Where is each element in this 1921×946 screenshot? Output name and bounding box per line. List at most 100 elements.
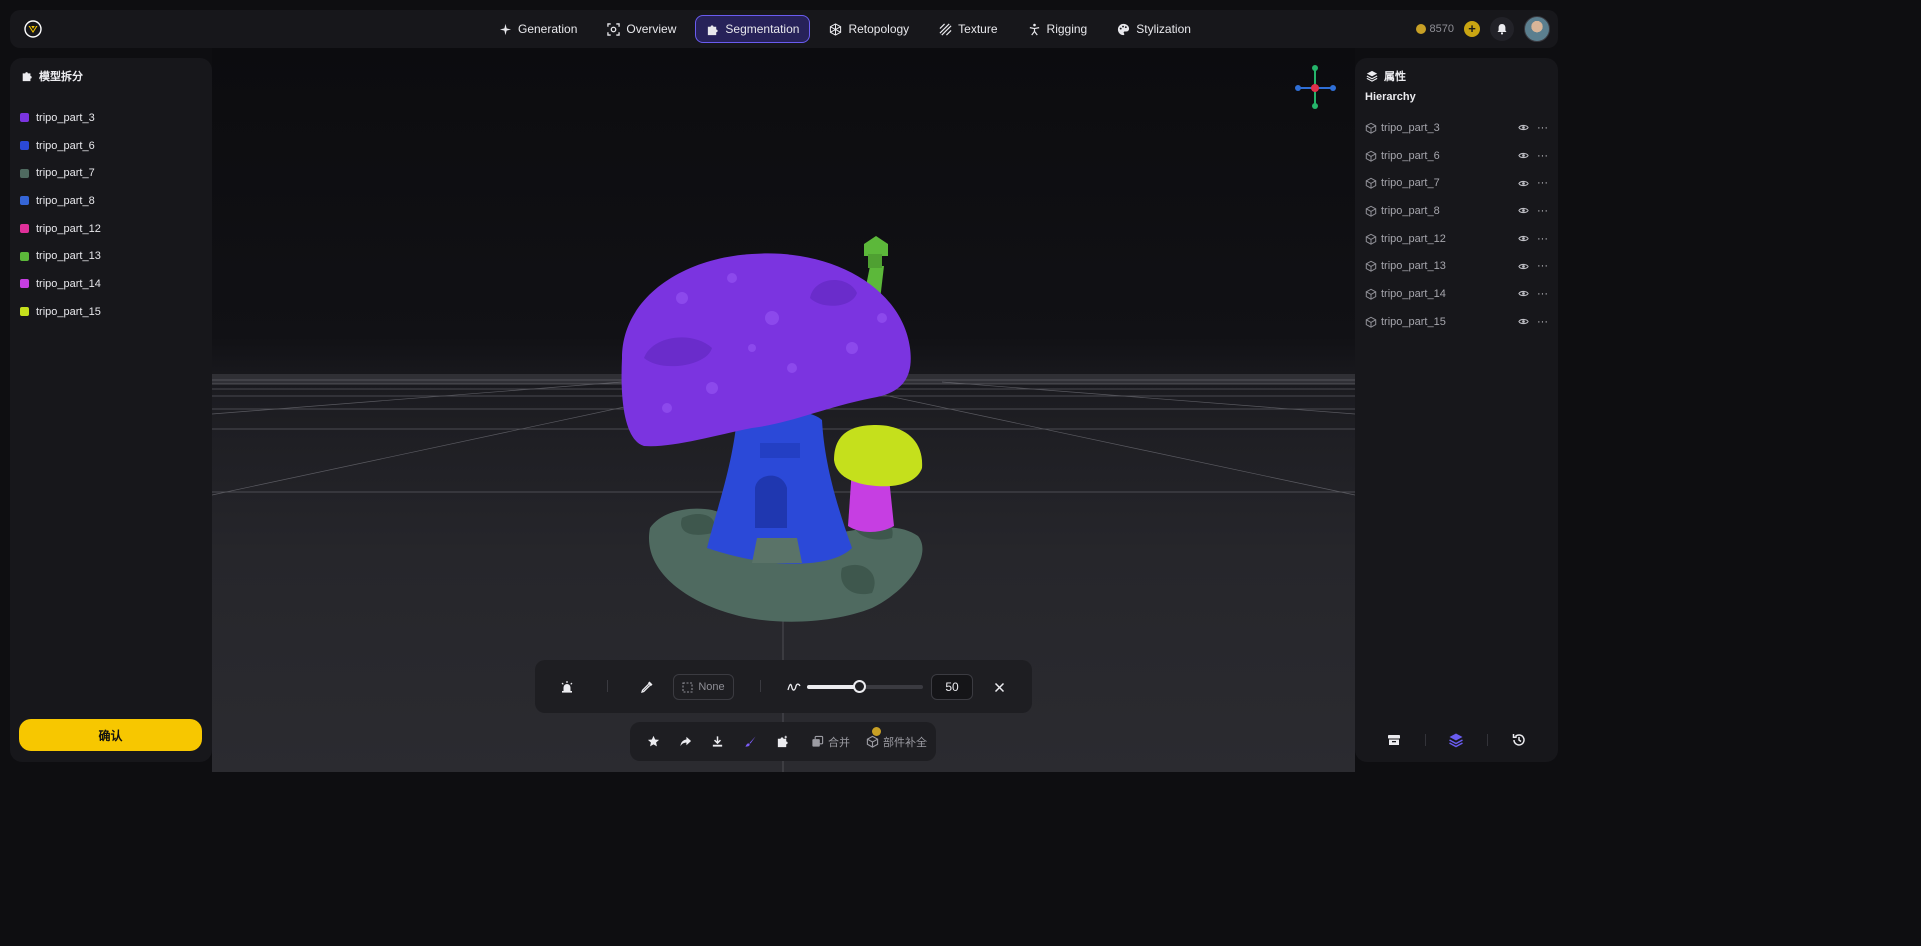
close-brush-bar-button[interactable] (989, 674, 1009, 700)
part-label: tripo_part_15 (36, 305, 101, 318)
credits-display: 8570 (1415, 23, 1454, 35)
hierarchy-item[interactable]: tripo_part_6 ··· (1365, 142, 1553, 170)
eye-icon[interactable] (1518, 122, 1529, 133)
logo-icon (24, 20, 42, 38)
eye-icon[interactable] (1518, 233, 1529, 244)
favorite-button[interactable] (647, 722, 660, 761)
credits-value: 8570 (1429, 23, 1454, 35)
more-options-icon[interactable]: ··· (1537, 150, 1549, 161)
hierarchy-item-label: tripo_part_15 (1381, 315, 1446, 328)
hierarchy-item-label: tripo_part_6 (1381, 149, 1440, 162)
brush-size-input[interactable]: 50 (931, 674, 973, 700)
tab-texture[interactable]: Texture (928, 15, 1008, 43)
main-nav: Generation Overview Segmentation Retopol… (488, 15, 1202, 43)
axis-gizmo[interactable] (1295, 65, 1336, 109)
hierarchy-item[interactable]: tripo_part_8 ··· (1365, 197, 1553, 225)
part-list-item[interactable]: tripo_part_12 (20, 215, 202, 243)
eye-icon[interactable] (1518, 261, 1529, 272)
puzzle-icon (708, 24, 718, 35)
marquee-select-icon (682, 681, 693, 693)
right-panel-footer (1355, 718, 1558, 762)
top-right-controls: 8570 + (1415, 15, 1550, 43)
tab-overview[interactable]: Overview (596, 15, 687, 43)
cube-icon (1365, 233, 1377, 245)
part-list-item[interactable]: tripo_part_7 (20, 159, 202, 187)
tab-stylization[interactable]: Stylization (1106, 15, 1202, 43)
cube-icon (866, 735, 879, 748)
notifications-button[interactable] (1490, 17, 1514, 41)
tab-label: Generation (518, 22, 578, 36)
scan-icon (607, 22, 621, 36)
part-label: tripo_part_13 (36, 250, 101, 263)
merge-label: 合并 (828, 736, 850, 749)
hierarchy-item[interactable]: tripo_part_7 ··· (1365, 169, 1553, 197)
eye-icon[interactable] (1518, 205, 1529, 216)
hierarchy-item[interactable]: tripo_part_15 ··· (1365, 308, 1553, 336)
more-options-icon[interactable]: ··· (1537, 205, 1549, 216)
brush-size-slider[interactable] (807, 680, 923, 693)
cube-with-badge (866, 727, 881, 748)
hierarchy-item[interactable]: tripo_part_12 ··· (1365, 225, 1553, 253)
tab-label: Retopology (848, 22, 910, 36)
add-credits-button[interactable]: + (1464, 21, 1480, 37)
download-button[interactable] (711, 722, 724, 761)
history-icon[interactable] (1511, 732, 1527, 748)
tab-segmentation[interactable]: Segmentation (695, 15, 811, 43)
tab-generation[interactable]: Generation (488, 15, 588, 43)
more-options-icon[interactable]: ··· (1537, 288, 1549, 299)
brush-size-label (785, 674, 803, 700)
hierarchy-item[interactable]: tripo_part_14 ··· (1365, 280, 1553, 308)
more-options-icon[interactable]: ··· (1537, 122, 1549, 133)
eyedropper-button[interactable] (637, 674, 657, 700)
selection-dropdown[interactable]: None (673, 674, 734, 700)
part-label: tripo_part_8 (36, 194, 95, 207)
app-logo[interactable] (20, 16, 46, 42)
part-list-item[interactable]: tripo_part_6 (20, 132, 202, 160)
part-label: tripo_part_12 (36, 222, 101, 235)
more-options-icon[interactable]: ··· (1537, 316, 1549, 327)
hierarchy-item-label: tripo_part_14 (1381, 287, 1446, 300)
share-button[interactable] (679, 722, 692, 761)
confirm-button[interactable]: 确认 (19, 719, 202, 751)
brush-tool-button[interactable] (744, 722, 757, 761)
part-list: tripo_part_3 tripo_part_6 tripo_part_7trip… (20, 104, 202, 326)
more-options-icon[interactable]: ··· (1537, 261, 1549, 272)
cube-icon (1365, 205, 1377, 217)
eye-icon[interactable] (1518, 288, 1529, 299)
part-color-swatch (20, 307, 29, 317)
brush-icon (745, 736, 756, 747)
eye-icon[interactable] (1518, 150, 1529, 161)
texture-icon (939, 23, 952, 35)
layers-icon[interactable] (1448, 732, 1464, 748)
share-arrow-icon (680, 736, 692, 747)
segment-tool-button[interactable] (776, 722, 789, 761)
part-list-item[interactable]: tripo_part_8 (20, 187, 202, 215)
top-bar: Generation Overview Segmentation Retopol… (10, 10, 1558, 48)
part-color-swatch (20, 279, 29, 289)
part-list-item[interactable]: tripo_part_14 (20, 270, 202, 298)
tab-rigging[interactable]: Rigging (1017, 15, 1099, 43)
divider (607, 680, 608, 692)
tab-retopology[interactable]: Retopology (818, 15, 920, 43)
hierarchy-item[interactable]: tripo_part_13 ··· (1365, 252, 1553, 280)
part-list-item[interactable]: tripo_part_13 (20, 242, 202, 270)
part-list-item[interactable]: tripo_part_3 (20, 104, 202, 132)
hierarchy-item[interactable]: tripo_part_3 ··· (1365, 114, 1553, 142)
part-label: tripo_part_14 (36, 277, 101, 290)
tab-label: Rigging (1046, 22, 1088, 36)
more-options-icon[interactable]: ··· (1537, 178, 1549, 189)
slider-handle[interactable] (853, 680, 867, 693)
eye-icon[interactable] (1518, 178, 1529, 189)
part-color-swatch (20, 251, 29, 261)
part-completion-button[interactable]: 部件补全 (866, 722, 927, 761)
auto-segment-button[interactable] (557, 674, 577, 700)
archive-icon[interactable] (1386, 732, 1402, 748)
eye-icon[interactable] (1518, 316, 1529, 327)
user-avatar[interactable] (1524, 16, 1550, 42)
divider (1487, 734, 1489, 746)
cube-icon (1365, 177, 1377, 189)
part-list-item[interactable]: tripo_part_15 (20, 298, 202, 326)
merge-button[interactable]: 合并 (811, 722, 850, 761)
mushroom-house-model[interactable] (621, 236, 923, 622)
more-options-icon[interactable]: ··· (1537, 233, 1549, 244)
